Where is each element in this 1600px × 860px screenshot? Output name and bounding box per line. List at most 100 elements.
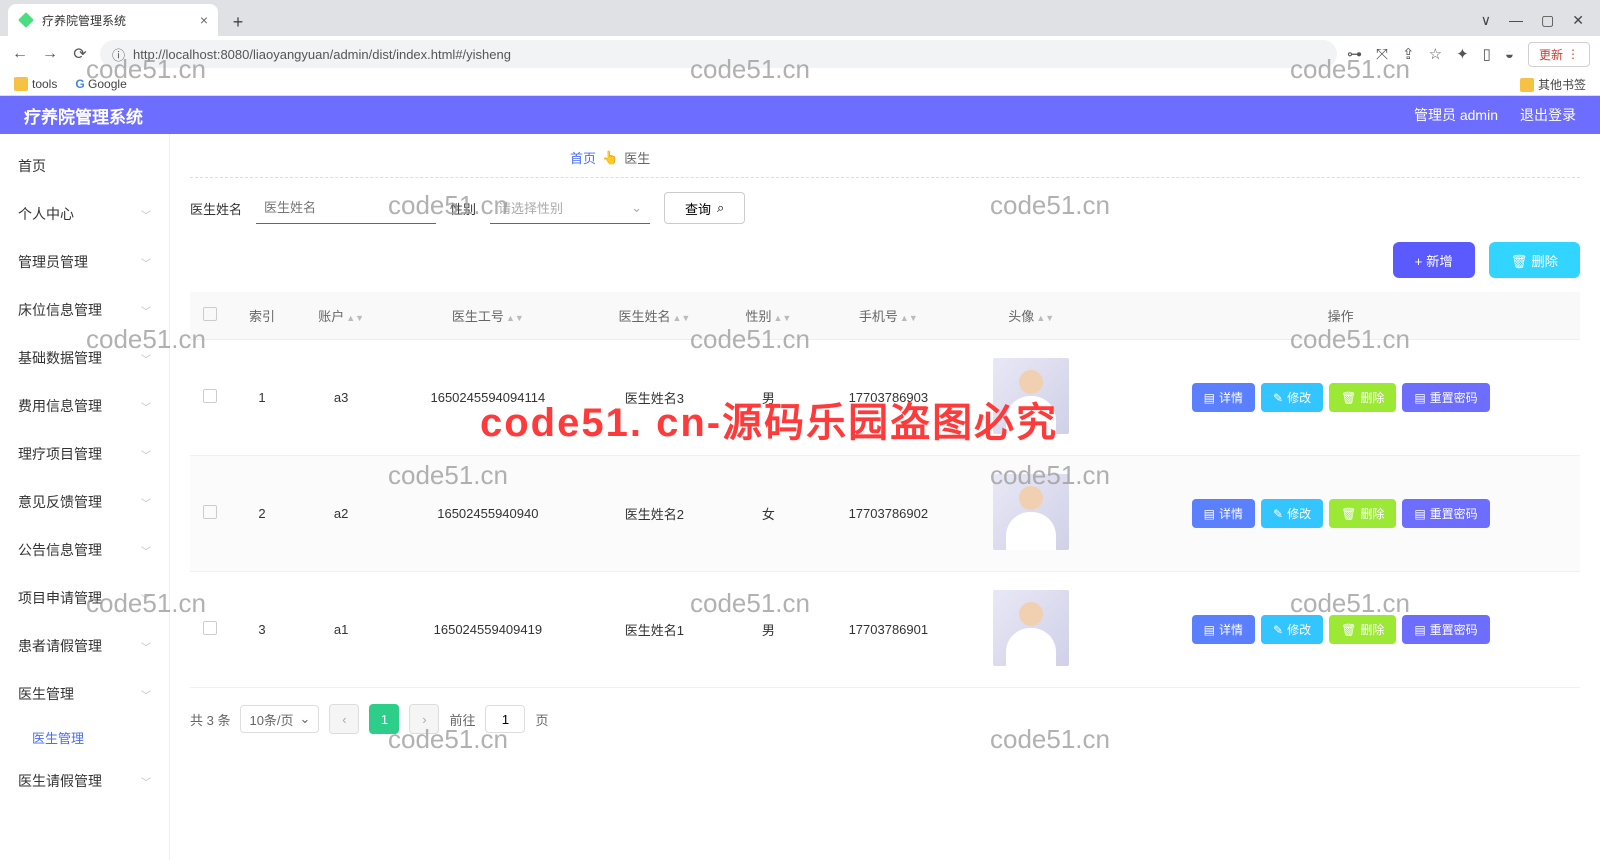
- checkbox-all[interactable]: [203, 307, 217, 321]
- chevron-down-icon: ﹀: [141, 495, 151, 510]
- th-no[interactable]: 医生工号▲▼: [388, 292, 587, 340]
- pencil-icon: ✎: [1273, 623, 1283, 637]
- address-bar[interactable]: ⓘ http://localhost:8080/liaoyangyuan/adm…: [100, 40, 1337, 68]
- new-tab-button[interactable]: +: [224, 8, 252, 36]
- translate-icon[interactable]: ⤧: [1376, 46, 1388, 63]
- close-window-icon[interactable]: ✕: [1572, 12, 1584, 29]
- detail-button[interactable]: ▤ 详情: [1192, 499, 1255, 528]
- reload-icon[interactable]: ⟳: [70, 44, 90, 64]
- sort-icon: ▲▼: [774, 315, 792, 321]
- sidebar-item-apply[interactable]: 项目申请管理﹀: [0, 574, 169, 622]
- sidebar-item-home[interactable]: 首页: [0, 142, 169, 190]
- goto-input[interactable]: [485, 705, 525, 733]
- bookmark-google[interactable]: G Google: [75, 77, 126, 91]
- dropdown-icon[interactable]: ∨: [1481, 12, 1491, 29]
- sidebar-sub-doctor-mgmt[interactable]: 医生管理: [0, 718, 169, 757]
- reset-pwd-button[interactable]: ▤ 重置密码: [1402, 499, 1489, 528]
- cell-gender: 男: [721, 572, 815, 688]
- maximize-icon[interactable]: ▢: [1541, 12, 1554, 29]
- sidebar-item-doctor[interactable]: 医生管理﹀: [0, 670, 169, 718]
- sidebar-item-patient-leave[interactable]: 患者请假管理﹀: [0, 622, 169, 670]
- name-input[interactable]: [256, 192, 436, 224]
- sidebar-item-therapy[interactable]: 理疗项目管理﹀: [0, 430, 169, 478]
- bookmark-tools[interactable]: tools: [14, 77, 57, 92]
- edit-button[interactable]: ✎ 修改: [1261, 499, 1323, 528]
- sidebar-item-feedback[interactable]: 意见反馈管理﹀: [0, 478, 169, 526]
- cell-index: 2: [230, 456, 294, 572]
- key-icon[interactable]: ⊶: [1347, 45, 1362, 63]
- sidebar-item-bed[interactable]: 床位信息管理﹀: [0, 286, 169, 334]
- trash-icon: 🗑: [1511, 254, 1532, 269]
- panel-icon[interactable]: ▯: [1483, 45, 1491, 63]
- gender-select[interactable]: 请选择性别⌄: [490, 192, 650, 224]
- th-index[interactable]: 索引: [230, 292, 294, 340]
- sort-icon: ▲▼: [672, 315, 690, 321]
- sidebar-item-doctor-leave[interactable]: 医生请假管理﹀: [0, 757, 169, 805]
- pager-total: 共 3 条: [190, 710, 230, 729]
- window-controls: ∨ — ▢ ✕: [1481, 4, 1600, 36]
- bookmark-other[interactable]: 其他书签: [1520, 76, 1586, 93]
- th-name[interactable]: 医生姓名▲▼: [587, 292, 721, 340]
- chevron-down-icon: ﹀: [141, 207, 151, 222]
- th-gender[interactable]: 性别▲▼: [721, 292, 815, 340]
- sidebar-item-notice[interactable]: 公告信息管理﹀: [0, 526, 169, 574]
- page-size-select[interactable]: 10条/页⌄: [240, 705, 319, 733]
- minimize-icon[interactable]: —: [1509, 12, 1523, 28]
- chevron-down-icon: ⌄: [300, 711, 311, 727]
- pagination: 共 3 条 10条/页⌄ ‹ 1 › 前往 页: [190, 704, 1580, 734]
- page-1-button[interactable]: 1: [369, 704, 399, 734]
- th-phone[interactable]: 手机号▲▼: [816, 292, 962, 340]
- key-icon: ▤: [1414, 507, 1425, 521]
- sidebar-item-profile[interactable]: 个人中心﹀: [0, 190, 169, 238]
- action-row: + 新增 🗑 删除: [190, 242, 1580, 278]
- extensions-icon[interactable]: ✦: [1456, 45, 1469, 63]
- breadcrumb: 首页 👆 医生: [190, 134, 1580, 178]
- th-avatar[interactable]: 头像▲▼: [961, 292, 1101, 340]
- sort-icon: ▲▼: [506, 315, 524, 321]
- url-text: http://localhost:8080/liaoyangyuan/admin…: [133, 47, 511, 62]
- delete-button[interactable]: 🗑 删除: [1329, 383, 1396, 412]
- current-user[interactable]: 管理员 admin: [1414, 105, 1498, 125]
- breadcrumb-home[interactable]: 首页: [570, 148, 596, 167]
- trash-icon: 🗑: [1341, 507, 1356, 521]
- table-row: 2a216502455940940医生姓名2女17703786902▤ 详情✎ …: [190, 456, 1580, 572]
- avatar: [993, 474, 1069, 550]
- delete-button[interactable]: 🗑 删除: [1329, 615, 1396, 644]
- close-icon[interactable]: ×: [200, 12, 208, 28]
- delete-button[interactable]: 🗑 删除: [1329, 499, 1396, 528]
- add-button[interactable]: + 新增: [1393, 242, 1475, 278]
- sidebar-item-basedata[interactable]: 基础数据管理﹀: [0, 334, 169, 382]
- back-icon[interactable]: ←: [10, 45, 30, 63]
- reset-pwd-button[interactable]: ▤ 重置密码: [1402, 615, 1489, 644]
- sidebar-item-fee[interactable]: 费用信息管理﹀: [0, 382, 169, 430]
- sidebar-item-admin[interactable]: 管理员管理﹀: [0, 238, 169, 286]
- forward-icon[interactable]: →: [40, 45, 60, 63]
- edit-button[interactable]: ✎ 修改: [1261, 615, 1323, 644]
- doc-icon: ▤: [1204, 391, 1215, 405]
- share-icon[interactable]: ⇪: [1402, 45, 1415, 63]
- goto-label: 前往: [449, 710, 475, 729]
- row-checkbox[interactable]: [203, 505, 217, 519]
- star-icon[interactable]: ☆: [1429, 45, 1442, 63]
- browser-tab[interactable]: 疗养院管理系统 ×: [8, 4, 218, 36]
- avatar: [993, 358, 1069, 434]
- next-page-button[interactable]: ›: [409, 704, 439, 734]
- trash-icon: 🗑: [1341, 623, 1356, 637]
- cell-account: a2: [294, 456, 388, 572]
- row-checkbox[interactable]: [203, 389, 217, 403]
- bulk-delete-button[interactable]: 🗑 删除: [1489, 242, 1580, 278]
- th-account[interactable]: 账户▲▼: [294, 292, 388, 340]
- hand-icon: 👆: [602, 150, 618, 166]
- logout-link[interactable]: 退出登录: [1520, 105, 1576, 125]
- tab-strip: 疗养院管理系统 × + ∨ — ▢ ✕: [0, 0, 1600, 36]
- edit-button[interactable]: ✎ 修改: [1261, 383, 1323, 412]
- detail-button[interactable]: ▤ 详情: [1192, 615, 1255, 644]
- detail-button[interactable]: ▤ 详情: [1192, 383, 1255, 412]
- cell-account: a1: [294, 572, 388, 688]
- prev-page-button[interactable]: ‹: [329, 704, 359, 734]
- reset-pwd-button[interactable]: ▤ 重置密码: [1402, 383, 1489, 412]
- row-checkbox[interactable]: [203, 621, 217, 635]
- search-button[interactable]: 查询⌕: [664, 192, 745, 224]
- update-button[interactable]: 更新⋮: [1528, 42, 1590, 67]
- profile-icon[interactable]: ◒: [1505, 46, 1514, 63]
